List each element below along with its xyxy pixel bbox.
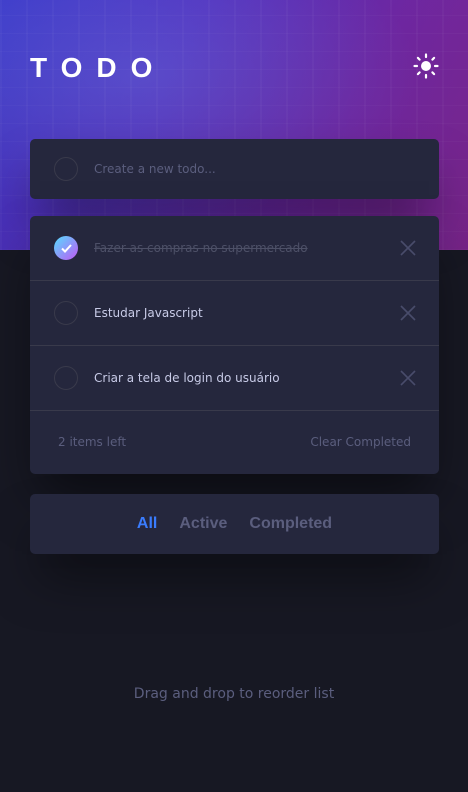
delete-todo-button[interactable]	[399, 304, 417, 322]
todo-checkbox-checked[interactable]	[54, 236, 78, 260]
todo-list: Fazer as compras no supermercado Estudar…	[30, 216, 439, 474]
sun-icon	[413, 53, 439, 83]
todo-item[interactable]: Estudar Javascript	[30, 281, 439, 346]
app-header: TODO	[30, 52, 440, 84]
delete-todo-button[interactable]	[399, 369, 417, 387]
todo-text: Fazer as compras no supermercado	[94, 241, 308, 255]
close-icon	[400, 370, 416, 386]
todo-item[interactable]: Fazer as compras no supermercado	[30, 216, 439, 281]
new-todo-card	[30, 139, 439, 199]
todo-text: Estudar Javascript	[94, 306, 203, 320]
close-icon	[400, 305, 416, 321]
todo-text: Criar a tela de login do usuário	[94, 371, 280, 385]
theme-toggle-button[interactable]	[412, 53, 440, 83]
items-left-count: 2 items left	[58, 435, 127, 449]
filter-active[interactable]: Active	[179, 515, 227, 533]
delete-todo-button[interactable]	[399, 239, 417, 257]
app-title: TODO	[30, 52, 167, 83]
new-todo-circle-icon	[54, 157, 78, 181]
list-footer: 2 items left Clear Completed	[30, 411, 439, 473]
clear-completed-button[interactable]: Clear Completed	[310, 435, 411, 449]
filter-all[interactable]: All	[137, 515, 157, 533]
todo-item[interactable]: Criar a tela de login do usuário	[30, 346, 439, 411]
drag-drop-hint: Drag and drop to reorder list	[133, 686, 335, 702]
new-todo-input[interactable]	[94, 162, 394, 176]
todo-checkbox[interactable]	[54, 301, 78, 325]
header-background-image	[0, 0, 468, 250]
todo-checkbox[interactable]	[54, 366, 78, 390]
check-icon	[60, 243, 72, 253]
filter-completed[interactable]: Completed	[249, 515, 332, 533]
filter-bar: All Active Completed	[30, 494, 439, 554]
close-icon	[400, 240, 416, 256]
